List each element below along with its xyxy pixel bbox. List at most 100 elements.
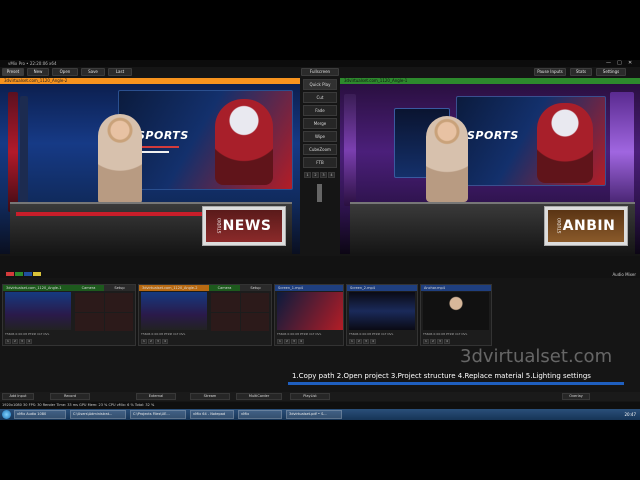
new-button[interactable]: New [27, 68, 49, 76]
t-bar-slider[interactable] [317, 184, 322, 202]
input-thumbnail[interactable] [349, 292, 415, 330]
camera-tab[interactable]: Camera [73, 285, 104, 291]
minimize-icon[interactable]: — [606, 60, 611, 67]
taskbar-item[interactable]: 3dvirtualset.pdf • S... [286, 410, 342, 419]
tile-3-btn[interactable]: 3 [363, 339, 369, 344]
taskbar-item[interactable]: vMix [238, 410, 282, 419]
green-chip[interactable] [15, 272, 23, 276]
last-button[interactable]: Last [108, 68, 132, 76]
tile-4-btn[interactable]: 4 [444, 339, 450, 344]
input-tile-title: Screen_2.mp4 [347, 285, 417, 291]
tile-4-btn[interactable]: 4 [370, 339, 376, 344]
tile-3-btn[interactable]: 3 [19, 339, 25, 344]
tile-2-btn[interactable]: 2 [284, 339, 290, 344]
taskbar-item[interactable]: C:\Projects Files\UE... [130, 410, 186, 419]
tile-3-btn[interactable]: 3 [291, 339, 297, 344]
setup-tab[interactable]: Setup [240, 285, 271, 291]
merge-button[interactable]: Merge [303, 118, 337, 129]
red-chip[interactable] [6, 272, 14, 276]
tile-2-btn[interactable]: 2 [356, 339, 362, 344]
tile-4-btn[interactable]: 4 [162, 339, 168, 344]
football-player-figure [215, 99, 273, 185]
tile-4-btn[interactable]: 4 [298, 339, 304, 344]
audio-mixer-label[interactable]: Audio Mixer [612, 272, 636, 277]
fullscreen-button[interactable]: Fullscreen [301, 68, 339, 76]
input-tile[interactable]: Screen_1.mp4 T5606 0:00:08 PTZ# CLT OVL … [274, 284, 344, 346]
tile-1-btn[interactable]: 1 [277, 339, 283, 344]
open-button[interactable]: Open [52, 68, 78, 76]
add-input-button[interactable]: Add Input [2, 393, 34, 400]
tile-2-btn[interactable]: 2 [430, 339, 436, 344]
cut-button[interactable]: Cut [303, 92, 337, 103]
setup-tab[interactable]: Setup [104, 285, 135, 291]
blue-chip[interactable] [24, 272, 32, 276]
transition-1-button[interactable]: 1 [304, 172, 311, 178]
taskbar-clock: 20:47 [624, 412, 636, 417]
ftb-button[interactable]: FTB [303, 157, 337, 168]
quick-play-button[interactable]: Quick Play [303, 79, 337, 90]
studio-small-text: STUDIO [216, 218, 222, 234]
input-thumbnail[interactable] [141, 292, 207, 330]
save-button[interactable]: Save [81, 68, 105, 76]
right-pillar-purple [610, 92, 634, 212]
transition-4-button[interactable]: 4 [328, 172, 335, 178]
left-pillar [8, 92, 18, 212]
preview-screen[interactable]: SPORTS STUDIO NEWS [0, 84, 300, 254]
taskbar-item[interactable]: vMix 64 - Notepad [190, 410, 234, 419]
stream-button[interactable]: Stream [190, 393, 230, 400]
fade-button[interactable]: Fade [303, 105, 337, 116]
tile-2-btn[interactable]: 2 [148, 339, 154, 344]
tile-1-btn[interactable]: 1 [5, 339, 11, 344]
settings-button[interactable]: Settings [596, 68, 626, 76]
news-anchor-figure-right [426, 116, 468, 202]
input-info: T5606 0:00:08 PTZ# CLT OVL [277, 332, 322, 336]
playlist-button[interactable]: PlayList [290, 393, 330, 400]
status-text: 1920x1080 30 FPS: 30 Render Time: 33 ms … [2, 403, 155, 407]
windows-start-icon[interactable] [2, 410, 11, 419]
input-thumbnail[interactable] [5, 292, 71, 330]
tile-1-btn[interactable]: 1 [141, 339, 147, 344]
output-label: 3dvirtualset.com_1120_Angle-1 [344, 78, 408, 83]
tile-3-btn[interactable]: 3 [437, 339, 443, 344]
record-button[interactable]: Record [50, 393, 90, 400]
external-button[interactable]: External [136, 393, 176, 400]
taskbar-item[interactable]: vMix Audio 1080 [14, 410, 66, 419]
camera-tab[interactable]: Camera [209, 285, 240, 291]
close-icon[interactable]: ✕ [628, 60, 632, 67]
input-info: T5606 0:00:08 PTZ# CLT OVL [423, 332, 468, 336]
input-tile[interactable]: 3dvirtualset.com_1120_Angle-2 T5606 0:00… [138, 284, 272, 346]
tile-4-btn[interactable]: 4 [26, 339, 32, 344]
transition-2-button[interactable]: 2 [312, 172, 319, 178]
overlay-button[interactable]: Overlay [562, 393, 590, 400]
input-info: T5606 0:00:08 PTZ# CLT OVL [5, 332, 50, 336]
stats-button[interactable]: Stats [570, 68, 592, 76]
input-tile[interactable]: Screen_2.mp4 T5606 0:00:08 PTZ# CLT OVL … [346, 284, 418, 346]
desk-light-strip [16, 212, 206, 216]
tile-1-btn[interactable]: 1 [349, 339, 355, 344]
camera-presets-grid[interactable] [211, 293, 269, 331]
input-tile[interactable]: Anchor.mp4 T5606 0:00:08 PTZ# CLT OVL 12… [420, 284, 492, 346]
tutorial-steps-bar: 1.Copy path 2.Open project 3.Project str… [288, 372, 624, 386]
tile-3-btn[interactable]: 3 [155, 339, 161, 344]
output-screen[interactable]: SPORTS STUDIO ANBIN [340, 84, 640, 254]
input-thumbnail[interactable] [277, 292, 343, 330]
camera-presets-grid[interactable] [75, 293, 133, 331]
pause-inputs-button[interactable]: Pause Inputs [534, 68, 566, 76]
status-bar: 1920x1080 30 FPS: 30 Render Time: 33 ms … [0, 402, 640, 409]
multicorder-button[interactable]: MultiCorder [236, 393, 282, 400]
side-panel [20, 96, 28, 206]
taskbar-item[interactable]: C:\Users\Administrat... [70, 410, 126, 419]
transition-3-button[interactable]: 3 [320, 172, 327, 178]
wipe-button[interactable]: Wipe [303, 131, 337, 142]
input-controls: 1234 [423, 339, 451, 344]
anbin-logo-text: ANBIN [562, 218, 616, 234]
anbin-logo-box: STUDIO ANBIN [544, 206, 628, 246]
maximize-icon[interactable]: □ [617, 60, 622, 67]
input-thumbnail[interactable] [423, 292, 489, 330]
input-tile[interactable]: 3dvirtualset.com_1120_Angle-1 T5606 0:00… [2, 284, 136, 346]
yellow-chip[interactable] [33, 272, 41, 276]
tile-2-btn[interactable]: 2 [12, 339, 18, 344]
tile-1-btn[interactable]: 1 [423, 339, 429, 344]
cubezoom-button[interactable]: CubeZoom [303, 144, 337, 155]
preset-button[interactable]: Preset [2, 68, 24, 76]
